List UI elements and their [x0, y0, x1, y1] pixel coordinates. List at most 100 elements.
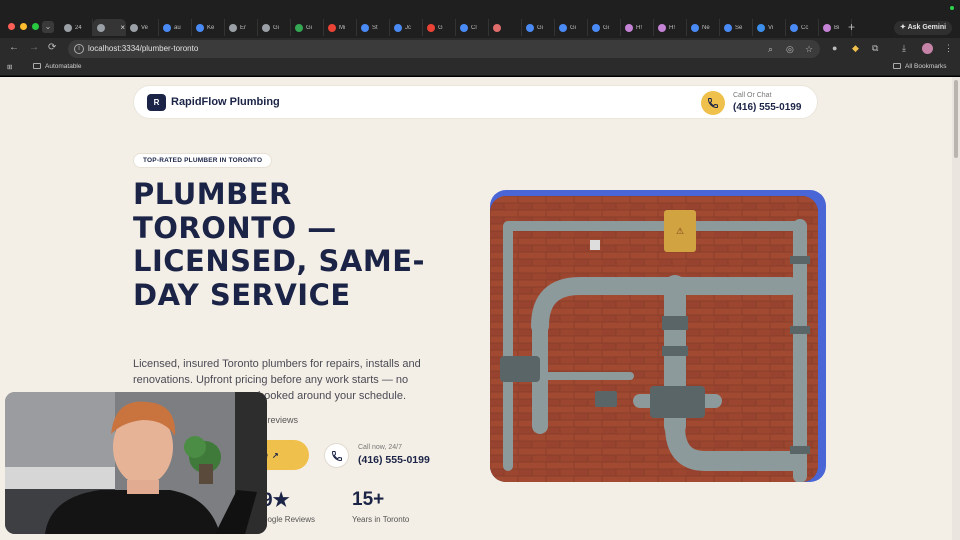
minimize-window-button[interactable]	[20, 23, 27, 30]
forward-arrow-icon[interactable]: →	[29, 42, 39, 53]
tab-favicon-icon	[229, 23, 237, 32]
tab-favicon-icon	[97, 23, 105, 32]
tab-title: H!	[636, 24, 642, 31]
apps-grid-icon[interactable]: ⊞	[7, 63, 12, 71]
tab[interactable]: Gi	[522, 19, 555, 36]
tab-title: Gi	[570, 24, 576, 31]
tab-favicon-icon	[658, 23, 666, 32]
tab-close-icon[interactable]: ×	[120, 23, 125, 32]
webcam-overlay	[5, 392, 267, 534]
tab[interactable]: au	[159, 19, 192, 36]
ask-gemini-button[interactable]: ✦ Ask Gemini	[894, 21, 953, 35]
tab[interactable]: St	[357, 19, 390, 36]
tab-title: Er	[240, 24, 246, 31]
tab-favicon-icon	[361, 23, 369, 32]
tab[interactable]: Cc	[786, 19, 819, 36]
new-tab-button[interactable]: +	[848, 20, 855, 34]
close-window-button[interactable]	[8, 23, 15, 30]
tab[interactable]: Cl	[456, 19, 489, 36]
stat-years-value: 15+	[352, 489, 385, 510]
header-phone-number[interactable]: (416) 555-0199	[733, 102, 801, 113]
tab[interactable]: Mi	[324, 19, 357, 36]
tab-favicon-icon	[295, 23, 303, 32]
tab[interactable]: H!	[654, 19, 687, 36]
tab-title: Gi	[273, 24, 279, 31]
bookmark-star-icon[interactable]: ☆	[805, 44, 813, 55]
tab-active[interactable]: ×	[93, 19, 126, 36]
tab[interactable]: Ke	[192, 19, 225, 36]
tab[interactable]: Gi	[555, 19, 588, 36]
tab[interactable]: Gi	[291, 19, 324, 36]
tab[interactable]: Vi	[753, 19, 786, 36]
folder-icon	[33, 63, 41, 69]
tab-strip: 24 × Ve au Ke Er Gi Gi Mi St Jc G Cl Gi Gi Gi H! H! Ne Se Vi…	[60, 19, 852, 36]
reload-icon[interactable]: ⟳	[48, 42, 56, 53]
tab[interactable]: Gi	[588, 19, 621, 36]
tab-search-dropdown-icon[interactable]: ⌄	[42, 21, 54, 33]
tab-favicon-icon	[493, 23, 501, 32]
phone-icon	[707, 98, 718, 109]
address-bar-url[interactable]: localhost:3334/plumber-toronto	[88, 44, 198, 53]
tab-favicon-icon	[394, 23, 402, 32]
tab-favicon-icon	[460, 23, 468, 32]
hero-description-line: renovations. Upfront pricing before any …	[133, 374, 409, 386]
all-bookmarks-button[interactable]: All Bookmarks	[893, 63, 947, 70]
bookmark-folder-automatable[interactable]: Automatable	[33, 63, 82, 70]
site-info-icon[interactable]: i	[74, 44, 84, 54]
tab[interactable]: Er	[225, 19, 258, 36]
tab-favicon-icon	[823, 23, 831, 32]
tab-title: Ve	[141, 24, 149, 31]
call-now-phone-number[interactable]: (416) 555-0199	[358, 454, 430, 466]
tab[interactable]: H!	[621, 19, 654, 36]
tab[interactable]: G	[423, 19, 456, 36]
eye-off-icon[interactable]: ◎	[786, 44, 794, 55]
call-now-phone-button[interactable]	[324, 443, 349, 468]
download-icon[interactable]: ⤓	[902, 43, 906, 54]
back-arrow-icon[interactable]: ←	[9, 42, 19, 53]
tab[interactable]: Ne	[687, 19, 720, 36]
tab[interactable]: Gi	[258, 19, 291, 36]
call-now-label: Call now, 24/7	[358, 444, 402, 451]
page-scrollbar-thumb[interactable]	[954, 80, 958, 158]
address-bar[interactable]: i localhost:3334/plumber-toronto ⌕ ◎ ☆	[68, 40, 820, 58]
tab[interactable]: Se	[720, 19, 753, 36]
brand-name[interactable]: RapidFlow Plumbing	[171, 96, 280, 108]
tab-title: Gi	[306, 24, 312, 31]
tab-favicon-icon	[691, 23, 699, 32]
bookmark-folder-label: Automatable	[45, 63, 82, 70]
extensions-puzzle-icon[interactable]: ⧉	[872, 43, 878, 54]
extension-pen-icon[interactable]: ◆	[852, 43, 859, 54]
svg-text:⚠: ⚠	[676, 227, 684, 237]
profile-avatar[interactable]	[922, 43, 933, 54]
tab-title: Vi	[768, 24, 774, 31]
tab[interactable]	[489, 19, 522, 36]
tab-title: Ne	[702, 24, 710, 31]
tab-title: 24	[75, 24, 82, 31]
tab[interactable]: 24	[60, 19, 93, 36]
tab-title: St	[372, 24, 378, 31]
header-phone-button[interactable]	[701, 91, 725, 115]
tab-title: Gi	[603, 24, 609, 31]
tab-favicon-icon	[262, 23, 270, 32]
camera-indicator-icon	[950, 6, 954, 10]
phone-icon	[331, 451, 342, 462]
browser-menu-icon[interactable]: ⋮	[944, 43, 953, 54]
hero-description-line: Licensed, insured Toronto plumbers for r…	[133, 358, 421, 370]
extension-icon[interactable]: ●	[832, 43, 837, 53]
tab-favicon-icon	[163, 23, 171, 32]
top-rated-badge: TOP-RATED PLUMBER IN TORONTO	[133, 153, 273, 168]
tab[interactable]: Ve	[126, 19, 159, 36]
tab-favicon-icon	[427, 23, 435, 32]
zoom-icon[interactable]: ⌕	[768, 44, 773, 55]
browser-tab-bar: ⌄ 24 × Ve au Ke Er Gi Gi Mi St Jc G Cl Gi Gi Gi H! H! Ne Se…	[0, 0, 960, 38]
tab-title: Mi	[339, 24, 346, 31]
tab-favicon-icon	[559, 23, 567, 32]
maximize-window-button[interactable]	[32, 23, 39, 30]
header-call-label: Call Or Chat	[733, 92, 772, 99]
logo-mark[interactable]: R	[147, 94, 166, 111]
browser-toolbar: ← → ⟳ i localhost:3334/plumber-toronto ⌕…	[0, 38, 960, 60]
tab-favicon-icon	[196, 23, 204, 32]
tab-favicon-icon	[757, 23, 765, 32]
tab-favicon-icon	[64, 23, 72, 32]
tab[interactable]: Jc	[390, 19, 423, 36]
